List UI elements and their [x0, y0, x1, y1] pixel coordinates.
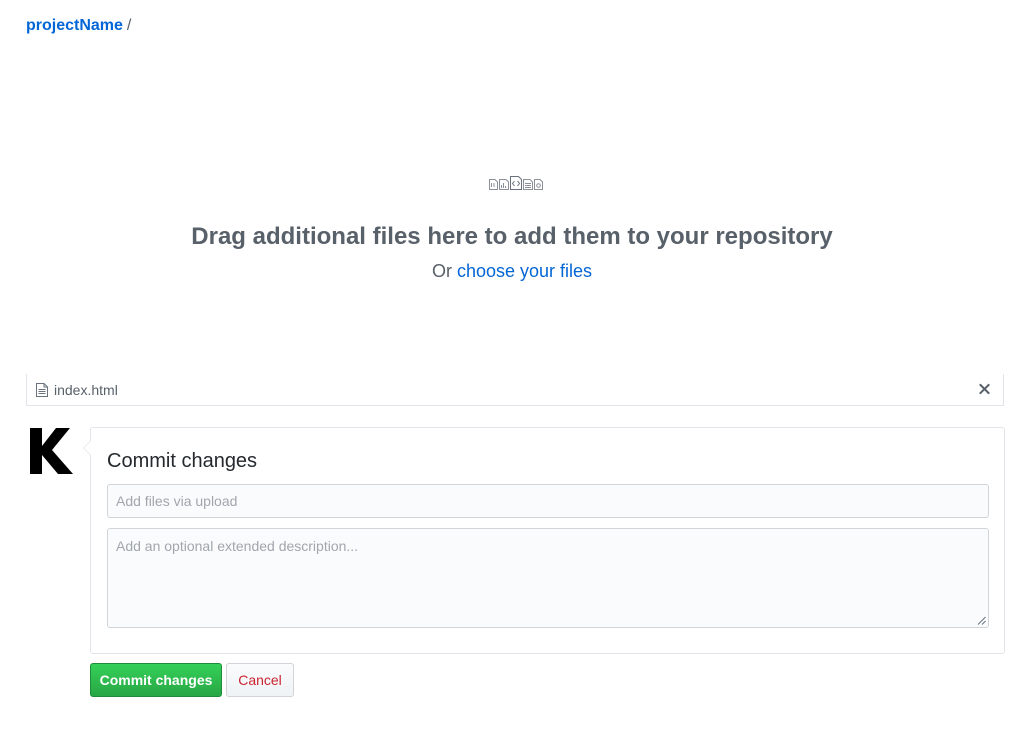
- dropzone-subtitle: Or choose your files: [0, 260, 1024, 282]
- breadcrumb-separator: /: [126, 17, 132, 34]
- commit-summary-input[interactable]: [107, 484, 989, 518]
- close-icon[interactable]: [977, 380, 993, 398]
- commit-form: Commit changes: [83, 427, 1005, 654]
- file-text-icon: [523, 179, 533, 190]
- file-code-icon: [510, 176, 522, 190]
- avatar: [30, 428, 73, 474]
- dropzone-title: Drag additional files here to add them t…: [191, 223, 833, 250]
- dropzone-prefix: Or: [431, 261, 452, 281]
- file-type-icons: [487, 176, 545, 190]
- breadcrumb-repo-link[interactable]: projectName: [26, 17, 123, 34]
- file-binary-icon: [489, 179, 498, 190]
- uploaded-file-row: index.html: [26, 374, 1004, 406]
- commit-description-input[interactable]: [107, 528, 989, 628]
- resize-handle-icon[interactable]: [977, 616, 986, 625]
- choose-files-link[interactable]: choose your files: [457, 261, 592, 281]
- file-name: index.html: [54, 382, 118, 398]
- file-media-icon: [534, 179, 543, 190]
- file-icon: [36, 383, 48, 397]
- file-chart-icon: [499, 179, 509, 190]
- cancel-button[interactable]: Cancel: [226, 663, 294, 697]
- breadcrumb: projectName /: [26, 16, 131, 36]
- upload-files-page: projectName / Drag additional files here …: [0, 0, 1024, 735]
- commit-title: Commit changes: [107, 450, 258, 472]
- commit-changes-button[interactable]: Commit changes: [90, 663, 222, 697]
